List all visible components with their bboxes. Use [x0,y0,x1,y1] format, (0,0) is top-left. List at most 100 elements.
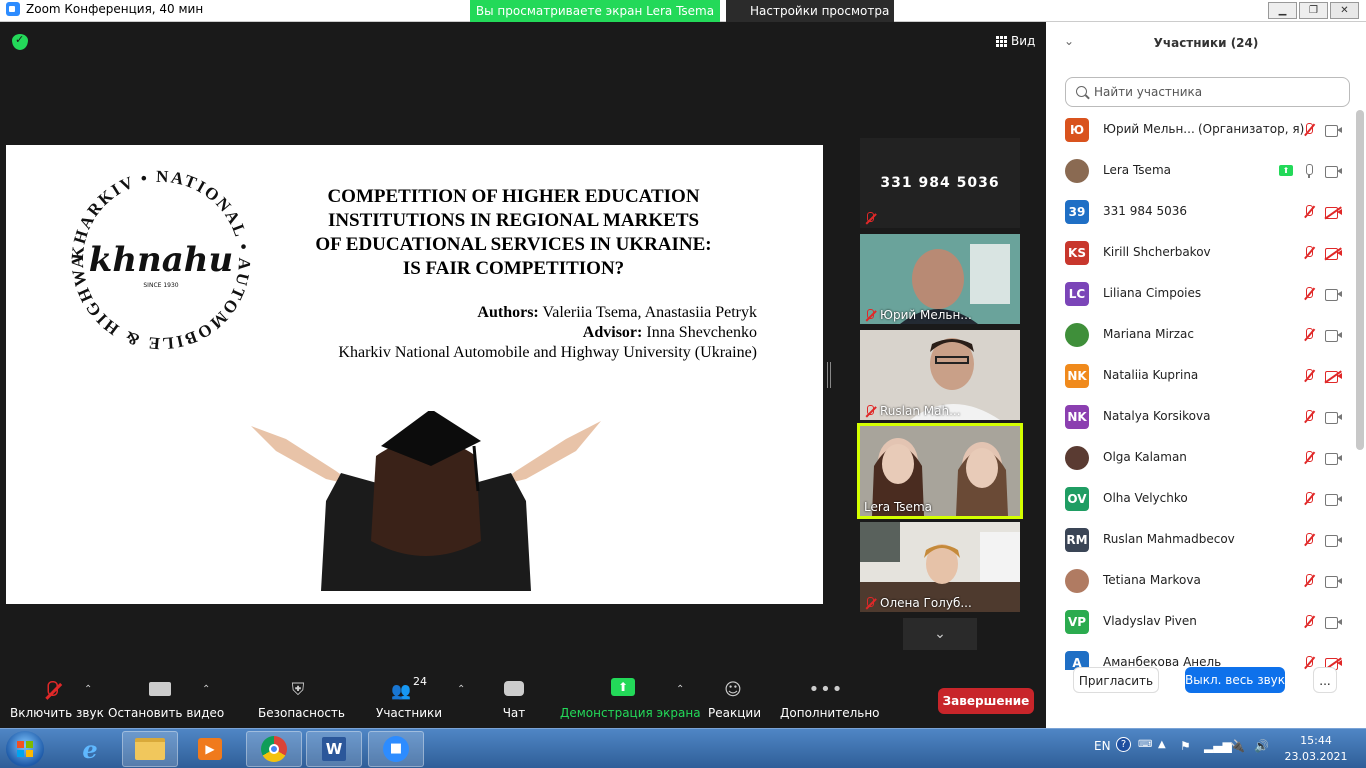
restore-button[interactable]: ❐ [1299,2,1328,19]
window-title: Zoom Конференция, 40 мин [26,2,204,16]
video-thumbnail[interactable]: Олена Голуб... [860,522,1020,612]
camera-icon[interactable] [1325,535,1342,547]
help-icon[interactable]: ? [1116,737,1131,752]
more-button[interactable]: ••• Дополнительно [780,672,880,728]
video-thumbnail[interactable]: Ruslan Mah... [860,330,1020,420]
internet-explorer-icon[interactable]: e [62,731,118,767]
volume-icon[interactable]: 🔊 [1254,739,1269,753]
advisor: Inna Shevchenko [646,324,757,341]
participant-row[interactable]: Ю Юрий Мельн... (Организатор, я) [1046,110,1354,151]
mic-muted-icon[interactable] [1302,287,1316,301]
unmute-button[interactable]: Включить звук [10,672,104,728]
camera-icon[interactable] [1325,166,1342,178]
mic-muted-icon[interactable] [1302,574,1316,588]
start-button[interactable] [6,731,44,767]
video-options-caret-icon[interactable]: ⌃ [202,684,210,695]
video-thumbnail-active-speaker[interactable]: Lera Tsema [857,423,1023,519]
camera-icon[interactable] [1325,330,1342,342]
show-hidden-icons-icon[interactable]: ▲ [1158,739,1166,750]
mic-muted-icon[interactable] [1302,492,1316,506]
avatar: NK [1065,364,1089,388]
participant-row[interactable]: OV Olha Velychko [1046,479,1354,520]
participant-row[interactable]: A Аманбекова Анель [1046,643,1354,670]
mic-muted-icon[interactable] [1302,533,1316,547]
mic-muted-icon[interactable] [1302,451,1316,465]
mic-muted-icon[interactable] [1302,410,1316,424]
mic-muted-icon[interactable] [1302,123,1316,137]
participant-row[interactable]: RM Ruslan Mahmadbecov [1046,520,1354,561]
encryption-shield-icon[interactable] [12,33,28,50]
mic-muted-icon[interactable] [1302,328,1316,342]
splitter-handle[interactable] [827,362,831,388]
participant-role: (Организатор, я) [1198,122,1305,136]
network-icon[interactable]: ▂▄▆ [1204,739,1232,753]
share-options-caret-icon[interactable]: ⌃ [676,684,684,695]
zoom-taskbar-icon[interactable]: ■ [368,731,424,767]
view-options-button[interactable]: Настройки просмотра ⌄ [726,0,894,40]
camera-icon[interactable] [1325,494,1342,506]
camera-icon[interactable] [1325,412,1342,424]
media-player-icon[interactable]: ▶ [182,731,238,767]
participant-list-scrollbar[interactable] [1356,110,1364,450]
participant-row[interactable]: NK Natalya Korsikova [1046,397,1354,438]
security-button[interactable]: ⛨ Безопасность [258,672,345,728]
camera-icon[interactable] [1325,125,1342,137]
window-titlebar: Zoom Конференция, 40 мин Вы просматривае… [0,0,1366,40]
avatar [1065,446,1089,470]
chrome-icon[interactable] [246,731,302,767]
end-meeting-button[interactable]: Завершение [938,688,1034,714]
mic-muted-icon[interactable] [1302,615,1316,629]
logo-since: SINCE 1930 [143,282,178,289]
participant-row[interactable]: KS Kirill Shcherbakov [1046,233,1354,274]
camera-icon[interactable] [1325,617,1342,629]
camera-icon[interactable] [1325,453,1342,465]
authors: Valeriia Tsema, Anastasiia Petryk [542,304,757,321]
clock[interactable]: 15:44 23.03.2021 [1282,733,1350,765]
thumbnail-footer: Ruslan Mah... [864,404,961,418]
participant-row[interactable]: 39 331 984 5036 [1046,192,1354,233]
graduate-illustration [251,411,601,591]
avatar: OV [1065,487,1089,511]
search-placeholder: Найти участника [1094,85,1203,99]
participant-row[interactable]: Mariana Mirzac [1046,315,1354,356]
word-icon[interactable]: W [306,731,362,767]
search-icon [1076,86,1087,97]
participant-row[interactable]: Lera Tsema ⬆ [1046,151,1354,192]
participant-row[interactable]: NK Nataliia Kuprina [1046,356,1354,397]
file-explorer-icon[interactable] [122,731,178,767]
participant-search-input[interactable]: Найти участника [1065,77,1350,107]
stop-video-button[interactable]: Остановить видео [108,672,224,728]
video-thumbnail[interactable]: 331 984 5036 [860,138,1020,228]
participant-row[interactable]: Olga Kalaman [1046,438,1354,479]
mic-muted-icon[interactable] [1302,205,1316,219]
avatar: 39 [1065,200,1089,224]
power-icon[interactable]: 🔌 [1230,739,1245,753]
participant-row[interactable]: VP Vladyslav Piven [1046,602,1354,643]
mic-muted-icon[interactable] [1302,369,1316,383]
minimize-button[interactable]: ▁ [1268,2,1297,19]
invite-button[interactable]: Пригласить [1073,667,1159,693]
mute-all-button[interactable]: Выкл. весь звук [1185,667,1285,693]
mic-icon[interactable] [1302,164,1316,178]
chat-button[interactable]: Чат [496,672,532,728]
participant-row[interactable]: Tetiana Markova [1046,561,1354,602]
reactions-button[interactable]: ☺ Реакции [708,672,761,728]
keyboard-icon[interactable]: ⌨ [1138,739,1152,750]
participant-row[interactable]: LC Liliana Cimpoies [1046,274,1354,315]
language-indicator[interactable]: EN [1094,739,1111,753]
action-center-flag-icon[interactable]: ⚑ [1180,739,1191,753]
participants-options-caret-icon[interactable]: ⌃ [457,684,465,695]
close-button[interactable]: ✕ [1330,2,1359,19]
panel-more-button[interactable]: ... [1313,667,1337,693]
video-thumbnail[interactable]: Юрий Мельн... [860,234,1020,324]
view-button[interactable]: Вид [996,34,1035,48]
audio-options-caret-icon[interactable]: ⌃ [84,684,92,695]
camera-icon[interactable] [1325,289,1342,301]
share-screen-button[interactable]: ⬆ Демонстрация экрана [560,672,701,728]
camera-icon[interactable] [1325,576,1342,588]
participants-button[interactable]: 👥 24 Участники [376,672,442,728]
scroll-thumbnails-down-button[interactable]: ⌄ [903,618,977,650]
reactions-label: Реакции [708,706,761,720]
share-screen-icon: ⬆ [611,678,635,696]
mic-muted-icon[interactable] [1302,246,1316,260]
